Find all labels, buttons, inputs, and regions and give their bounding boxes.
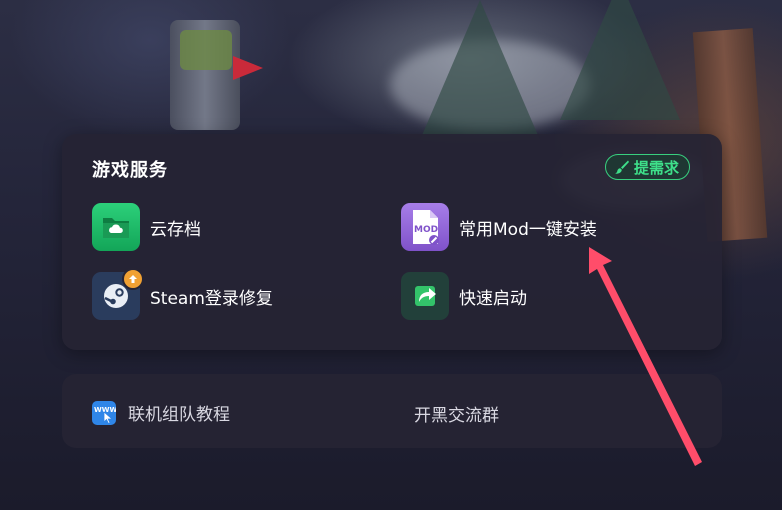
svg-text:MOD: MOD bbox=[414, 225, 438, 235]
steam-login-fix-item[interactable]: Steam登录修复 bbox=[92, 268, 273, 320]
post-moss bbox=[180, 30, 232, 70]
steam-icon bbox=[92, 268, 144, 320]
mod-install-item[interactable]: MOD 常用Mod一键安装 bbox=[401, 203, 597, 251]
chat-group-link[interactable]: 开黑交流群 bbox=[414, 401, 499, 426]
cloud-save-item[interactable]: 云存档 bbox=[92, 203, 201, 251]
game-services-panel: 游戏服务 提需求 云存档 MOD 常用Mod一键安装 Steam登录修复 快速启… bbox=[62, 134, 722, 350]
team-tutorial-label: 联机组队教程 bbox=[128, 405, 230, 425]
links-panel: WWW 联机组队教程 开黑交流群 bbox=[62, 374, 722, 448]
quick-launch-item[interactable]: 快速启动 bbox=[401, 272, 527, 320]
red-flag bbox=[233, 56, 263, 80]
www-icon: WWW bbox=[92, 400, 116, 425]
mod-file-icon: MOD bbox=[401, 203, 449, 251]
pine-tree bbox=[560, 0, 680, 120]
panel-title: 游戏服务 bbox=[92, 160, 168, 181]
team-tutorial-link[interactable]: WWW 联机组队教程 bbox=[92, 400, 230, 425]
cloud-folder-icon bbox=[92, 203, 140, 251]
update-badge-icon bbox=[122, 268, 144, 290]
request-feature-button[interactable]: 提需求 bbox=[604, 154, 690, 180]
request-feature-label: 提需求 bbox=[633, 158, 679, 177]
quick-launch-label: 快速启动 bbox=[459, 288, 527, 309]
cloud-save-label: 云存档 bbox=[150, 219, 201, 240]
mod-install-label: 常用Mod一键安装 bbox=[459, 219, 597, 240]
pine-tree bbox=[420, 0, 540, 140]
steam-login-fix-label: Steam登录修复 bbox=[150, 288, 273, 309]
launch-arrow-icon bbox=[401, 272, 449, 320]
brush-icon bbox=[614, 160, 629, 174]
